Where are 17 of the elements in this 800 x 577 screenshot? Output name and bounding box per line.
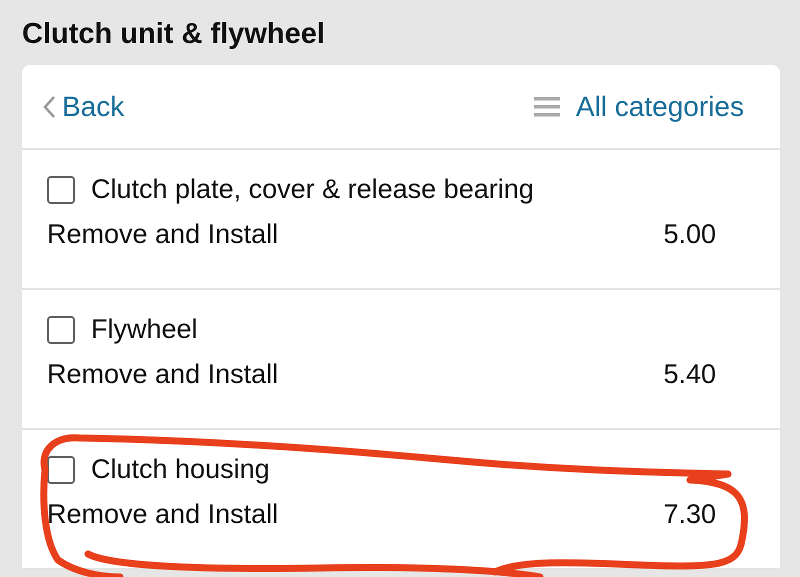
checkbox[interactable] xyxy=(47,176,75,204)
operation-label: Remove and Install xyxy=(47,499,278,530)
labour-time: 5.00 xyxy=(663,219,716,250)
menu-icon xyxy=(534,96,560,116)
item-name: Flywheel xyxy=(91,314,198,345)
chevron-left-icon xyxy=(42,94,56,118)
page-title: Clutch unit & flywheel xyxy=(22,18,326,51)
operation-label: Remove and Install xyxy=(47,359,278,390)
item-name: Clutch housing xyxy=(91,454,270,485)
checkbox[interactable] xyxy=(47,456,75,484)
back-link[interactable]: Back xyxy=(42,90,124,122)
item-name: Clutch plate, cover & release bearing xyxy=(91,174,534,205)
all-categories-link[interactable]: All categories xyxy=(534,90,744,122)
checkbox[interactable] xyxy=(47,316,75,344)
labour-time: 5.40 xyxy=(663,359,716,390)
labour-time: 7.30 xyxy=(663,499,716,530)
operation-label: Remove and Install xyxy=(47,219,278,250)
